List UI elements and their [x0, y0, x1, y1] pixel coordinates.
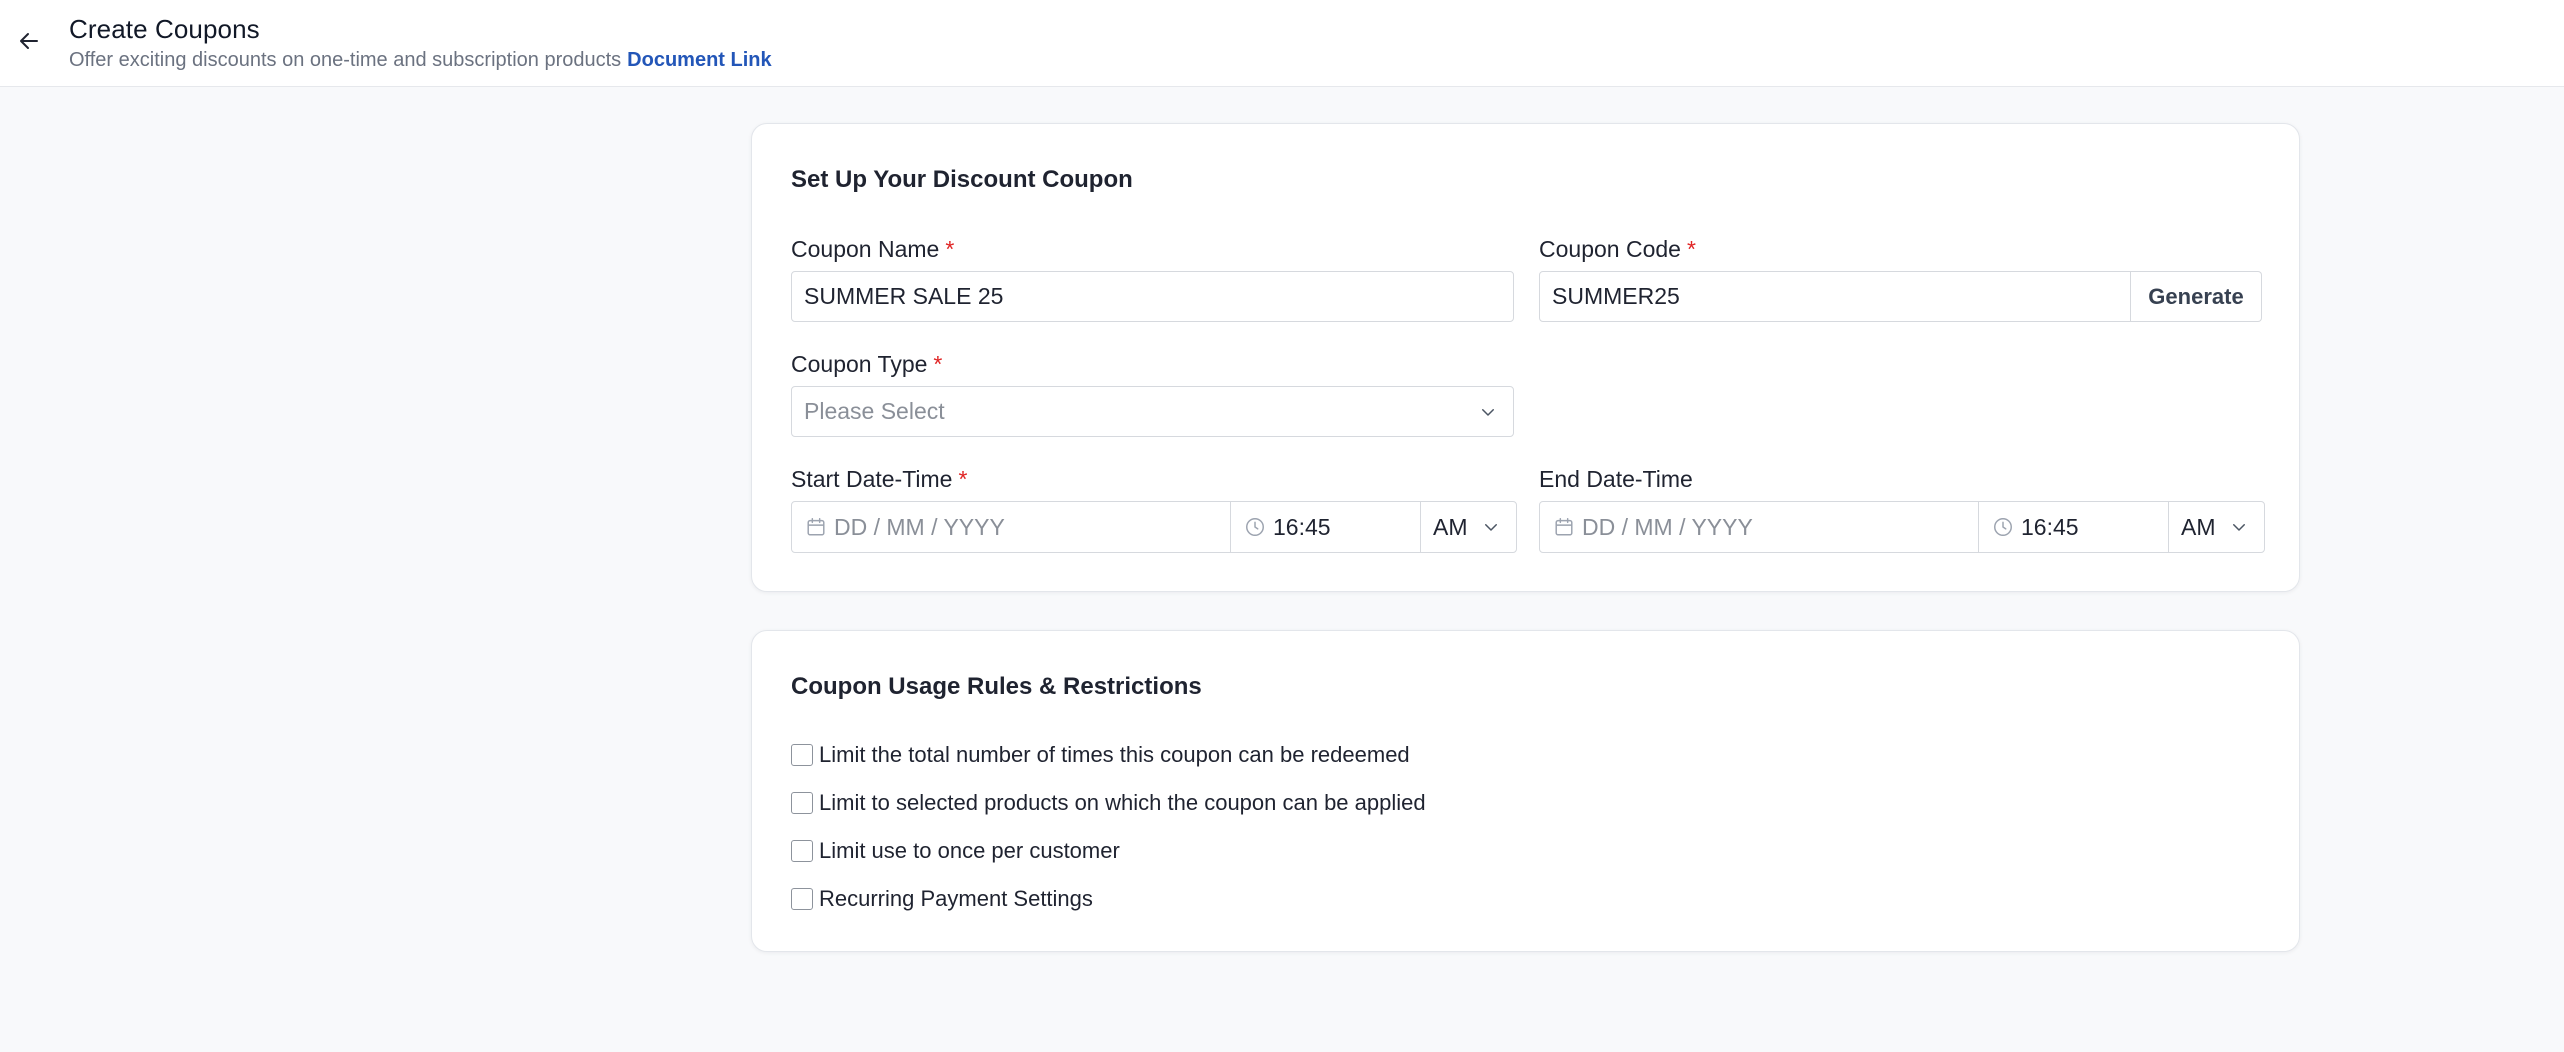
- checkbox-label: Limit to selected products on which the …: [819, 790, 1426, 815]
- coupon-code-label: Coupon Code *: [1539, 236, 1696, 263]
- checkbox-label: Limit use to once per customer: [819, 838, 1120, 863]
- coupon-type-placeholder: Please Select: [804, 398, 945, 424]
- end-datetime-label: End Date-Time: [1539, 466, 1693, 493]
- end-date-placeholder: DD / MM / YYYY: [1582, 513, 1753, 540]
- required-marker: *: [958, 466, 968, 492]
- arrow-left-icon: [20, 33, 38, 49]
- page-header: Create Coupons Offer exciting discounts …: [0, 0, 2564, 87]
- rule-recurring-payment-settings[interactable]: Recurring Payment Settings: [791, 886, 1093, 912]
- coupon-rules-card: Coupon Usage Rules & Restrictions Limit …: [751, 630, 2300, 952]
- checkbox-label: Limit the total number of times this cou…: [819, 742, 1410, 767]
- end-time-value: 16:45: [2021, 513, 2079, 540]
- coupon-code-input[interactable]: SUMMER25: [1539, 271, 2131, 322]
- start-time-value: 16:45: [1273, 513, 1331, 540]
- coupon-type-label: Coupon Type *: [791, 351, 942, 378]
- rules-card-title: Coupon Usage Rules & Restrictions: [791, 673, 1202, 700]
- back-button[interactable]: [14, 26, 44, 56]
- setup-card-title: Set Up Your Discount Coupon: [791, 166, 1133, 193]
- end-datetime-label-text: End Date-Time: [1539, 466, 1693, 492]
- subtitle-text: Offer exciting discounts on one-time and…: [69, 49, 622, 71]
- end-meridiem-select[interactable]: AM: [2168, 502, 2264, 552]
- rule-limit-total-redemptions[interactable]: Limit the total number of times this cou…: [791, 742, 1410, 768]
- checkbox[interactable]: [791, 840, 813, 862]
- clock-icon: [1991, 515, 2015, 539]
- calendar-icon: [1552, 515, 1576, 539]
- start-date-placeholder: DD / MM / YYYY: [834, 513, 1005, 540]
- coupon-name-value: SUMMER SALE 25: [804, 283, 1004, 309]
- required-marker: *: [1686, 236, 1696, 262]
- end-time-input[interactable]: 16:45: [1978, 502, 2168, 552]
- required-marker: *: [933, 351, 943, 377]
- checkbox-label: Recurring Payment Settings: [819, 886, 1093, 911]
- end-date-input[interactable]: DD / MM / YYYY: [1540, 502, 1978, 552]
- page-title: Create Coupons: [69, 14, 260, 44]
- start-datetime-label: Start Date-Time *: [791, 466, 967, 493]
- clock-icon: [1243, 515, 1267, 539]
- start-meridiem-select[interactable]: AM: [1420, 502, 1516, 552]
- start-meridiem-value: AM: [1433, 513, 1468, 540]
- chevron-down-icon: [1480, 516, 1502, 538]
- checkbox[interactable]: [791, 888, 813, 910]
- page-subtitle: Offer exciting discounts on one-time and…: [69, 49, 772, 72]
- chevron-down-icon: [2228, 516, 2250, 538]
- coupon-type-label-text: Coupon Type: [791, 351, 928, 377]
- checkbox[interactable]: [791, 744, 813, 766]
- rule-limit-once-per-customer[interactable]: Limit use to once per customer: [791, 838, 1120, 864]
- required-marker: *: [945, 236, 955, 262]
- start-datetime-label-text: Start Date-Time: [791, 466, 953, 492]
- start-datetime-picker: DD / MM / YYYY 16:45 AM: [791, 501, 1517, 553]
- coupon-code-value: SUMMER25: [1552, 283, 1680, 309]
- start-time-input[interactable]: 16:45: [1230, 502, 1420, 552]
- coupon-name-input[interactable]: SUMMER SALE 25: [791, 271, 1514, 322]
- coupon-type-select[interactable]: Please Select: [791, 386, 1514, 437]
- rule-limit-selected-products[interactable]: Limit to selected products on which the …: [791, 790, 1426, 816]
- coupon-name-label-text: Coupon Name: [791, 236, 940, 262]
- start-date-input[interactable]: DD / MM / YYYY: [792, 502, 1230, 552]
- checkbox[interactable]: [791, 792, 813, 814]
- calendar-icon: [804, 515, 828, 539]
- chevron-down-icon: [1477, 401, 1499, 423]
- document-link[interactable]: Document Link: [627, 49, 771, 71]
- coupon-setup-card: Set Up Your Discount Coupon Coupon Name *…: [751, 123, 2300, 592]
- coupon-code-label-text: Coupon Code: [1539, 236, 1681, 262]
- end-datetime-picker: DD / MM / YYYY 16:45 AM: [1539, 501, 2265, 553]
- coupon-name-label: Coupon Name *: [791, 236, 954, 263]
- end-meridiem-value: AM: [2181, 513, 2216, 540]
- generate-button[interactable]: Generate: [2131, 271, 2262, 322]
